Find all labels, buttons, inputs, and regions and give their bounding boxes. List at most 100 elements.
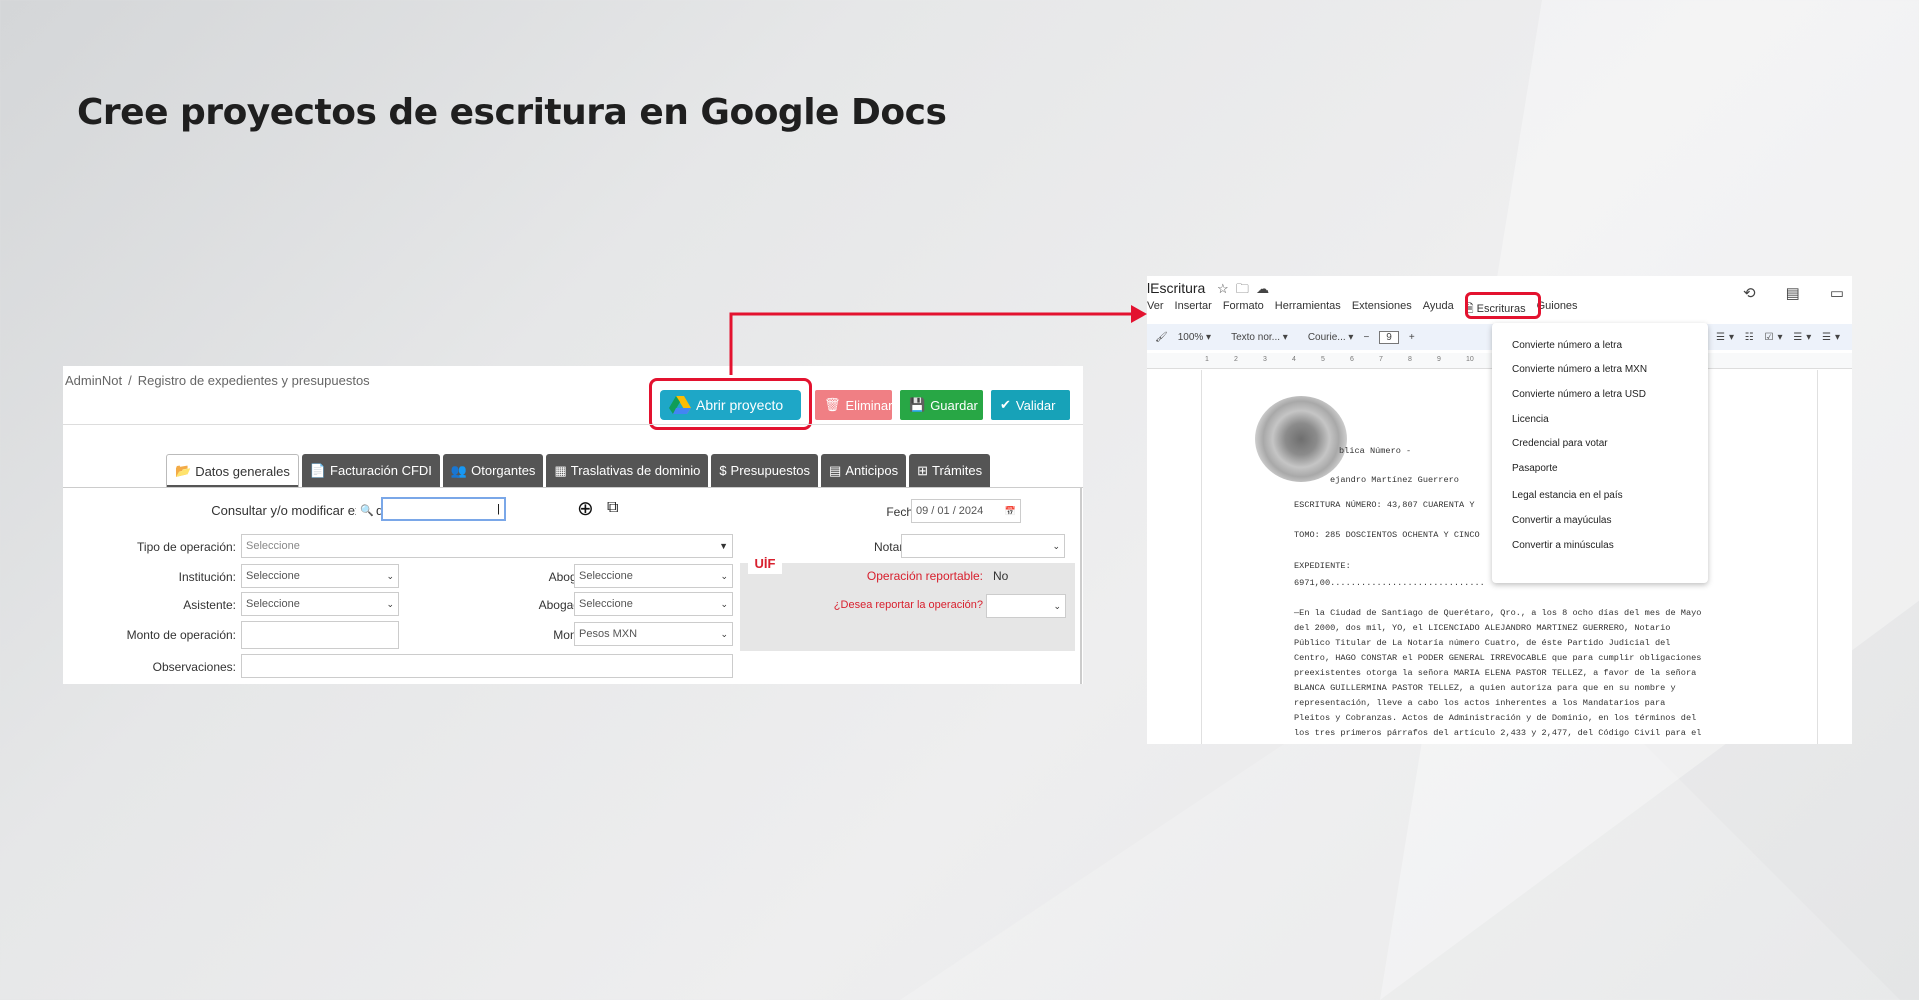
breadcrumb: AdminNot / Registro de expedientes y presu… (65, 373, 370, 388)
doc-title[interactable]: lEscritura (1147, 280, 1205, 296)
monto-label: Monto de operación: (126, 628, 236, 642)
breadcrumb-home[interactable]: AdminNot (65, 373, 122, 388)
document-line: ejandro Martínez Guerrero (1330, 475, 1459, 485)
ruler-tick: 10 (1466, 356, 1474, 363)
institucion-label: Institución: (178, 570, 236, 584)
star-icon[interactable]: ☆ (1217, 281, 1229, 296)
tab-presupuestos[interactable]: $ Presupuestos (711, 454, 819, 487)
chevron-down-icon: ⌄ (720, 598, 728, 609)
dropdown-item[interactable]: Convierte número a letra USD (1492, 382, 1708, 407)
font-value: Courie... (1307, 331, 1346, 343)
style-select[interactable]: Texto nor... ▾ (1231, 332, 1288, 343)
ruler-tick: 5 (1321, 356, 1325, 363)
tab-facturacion-cfdi[interactable]: 📄 Facturación CFDI (301, 454, 440, 487)
folder-icon[interactable]: 🗀 (1236, 281, 1249, 296)
tab-label: Trámites (932, 463, 983, 478)
decrease-size-icon[interactable]: − (1363, 332, 1369, 343)
menu-guiones[interactable]: Guiones (1537, 300, 1578, 319)
font-select[interactable]: Courie... ▾ (1308, 332, 1354, 343)
moneda-value: Pesos MXN (579, 628, 638, 640)
tipo-operacion-select[interactable]: Seleccione ▼ (241, 534, 733, 558)
paint-format-icon[interactable]: 🖌 (1155, 332, 1168, 343)
dropdown-item[interactable]: Legal estancia en el país (1492, 484, 1708, 509)
menu-formato[interactable]: Formato (1223, 300, 1264, 319)
expediente-input[interactable]: | (381, 497, 506, 521)
layers-add-icon[interactable]: ⧉ (603, 496, 631, 520)
video-icon[interactable]: ▭ (1830, 284, 1844, 302)
delete-button[interactable]: 🗑 Eliminar (815, 390, 892, 420)
menu-extensiones[interactable]: Extensiones (1352, 300, 1412, 319)
dropdown-item[interactable]: Convierte número a letra MXN (1492, 358, 1708, 383)
style-value: Texto nor... (1231, 331, 1281, 343)
comment-icon[interactable]: ▤ (1786, 284, 1800, 302)
tab-traslativas-de-dominio[interactable]: ▦ Traslativas de dominio (546, 454, 709, 487)
chevron-down-icon: ⌄ (720, 570, 728, 581)
notary-seal (1255, 396, 1347, 482)
cloud-icon[interactable]: ☁ (1256, 281, 1269, 296)
header-divider (63, 424, 1083, 425)
ruler-tick: 3 (1263, 356, 1267, 363)
save-button[interactable]: 💾 Guardar (900, 390, 983, 420)
menu-ayuda[interactable]: Ayuda (1423, 300, 1454, 319)
open-project-highlight (649, 378, 812, 430)
check-circle-icon: ✔ (1000, 397, 1011, 412)
history-icon[interactable]: ⟲ (1743, 284, 1756, 302)
tab-content-top-border (63, 487, 1083, 488)
institucion-value: Seleccione (246, 570, 300, 582)
font-size-input[interactable]: 9 (1379, 330, 1399, 344)
dropdown-item[interactable]: Pasaporte (1492, 456, 1708, 481)
breadcrumb-current: Registro de expedientes y presupuestos (137, 373, 370, 388)
calendar-icon: 📅 (1004, 505, 1016, 516)
document-line: EXPEDIENTE: (1294, 561, 1351, 571)
document-search-icon[interactable]: 🔍 (356, 498, 376, 522)
document-line: del 2000, dos mil, YO, el LICENCIADO ALE… (1294, 623, 1671, 633)
dropdown-item[interactable]: Convierte número a letra (1492, 333, 1708, 358)
dropdown-item[interactable]: Convertir a minúsculas (1492, 533, 1708, 558)
menu-herramientas[interactable]: Herramientas (1275, 300, 1341, 319)
dropdown-item[interactable]: Licencia (1492, 407, 1708, 432)
zoom-select[interactable]: 100% ▾ (1178, 332, 1211, 343)
document-line: Pleitos y Cobranzas. Actos de Administra… (1294, 713, 1697, 723)
increase-size-icon[interactable]: + (1409, 332, 1415, 343)
observaciones-input[interactable] (241, 654, 733, 678)
observaciones-label: Observaciones: (152, 660, 236, 674)
institucion-select[interactable]: Seleccione ⌄ (241, 564, 399, 588)
notario-select[interactable]: ⌄ (901, 534, 1065, 558)
abogado-select[interactable]: Seleccione ⌄ (574, 564, 733, 588)
dropdown-item[interactable]: Convertir a mayúculas (1492, 508, 1708, 533)
ruler-tick: 9 (1437, 356, 1441, 363)
tab-otorgantes[interactable]: 👥 Otorgantes (442, 454, 544, 487)
receipt-icon: ▤ (829, 462, 842, 478)
ruler-tick: 1 (1205, 356, 1209, 363)
tab-label: Facturación CFDI (330, 463, 432, 478)
menu-insertar[interactable]: Insertar (1175, 300, 1212, 319)
tab-datos-generales[interactable]: 📂 Datos generales (166, 454, 299, 487)
save-label: Guardar (930, 397, 978, 413)
asistente-select[interactable]: Seleccione ⌄ (241, 592, 399, 616)
dropdown-item[interactable]: Credencial para votar (1492, 431, 1708, 456)
menu-ver[interactable]: Ver (1147, 300, 1164, 319)
tipo-operacion-label: Tipo de operación: (137, 540, 236, 554)
moneda-select[interactable]: Pesos MXN ⌄ (574, 622, 733, 646)
validate-label: Validar (1015, 397, 1056, 413)
reportar-select[interactable]: ⌄ (986, 594, 1066, 618)
abogado2-select[interactable]: Seleccione ⌄ (574, 592, 733, 616)
tab-bar: 📂 Datos generales 📄 Facturación CFDI 👥 Otor… (166, 454, 991, 487)
chevron-down-icon: ⌄ (386, 570, 394, 581)
google-docs-panel: lEscritura ☆ 🗀 ☁ ⟲ ▤ ▭ Ver Insertar Form… (1147, 276, 1852, 744)
document-line: 6971,00.............................. (1294, 578, 1485, 588)
folder-open-icon: 📂 (175, 463, 192, 478)
tab-tramites[interactable]: ⊞ Trámites (909, 454, 991, 487)
fecha-input[interactable]: 09 / 01 / 2024 📅 (911, 499, 1021, 523)
tab-label: Traslativas de dominio (570, 463, 701, 478)
document-line: blica Número - (1339, 446, 1412, 456)
uif-logo: UİF (748, 552, 782, 574)
tab-anticipos[interactable]: ▤ Anticipos (821, 454, 907, 487)
add-circle-icon[interactable]: ⊕ (573, 496, 597, 520)
delete-label: Eliminar (845, 397, 893, 413)
list-tools-icons[interactable]: ☰▾ ☷ ☑▾ ☰▾ ☰▾ (1716, 332, 1844, 343)
dollar-circle-icon: $ (719, 463, 727, 478)
ruler-tick: 4 (1292, 356, 1296, 363)
monto-input[interactable] (241, 621, 399, 649)
validate-button[interactable]: ✔ Validar (991, 390, 1070, 420)
